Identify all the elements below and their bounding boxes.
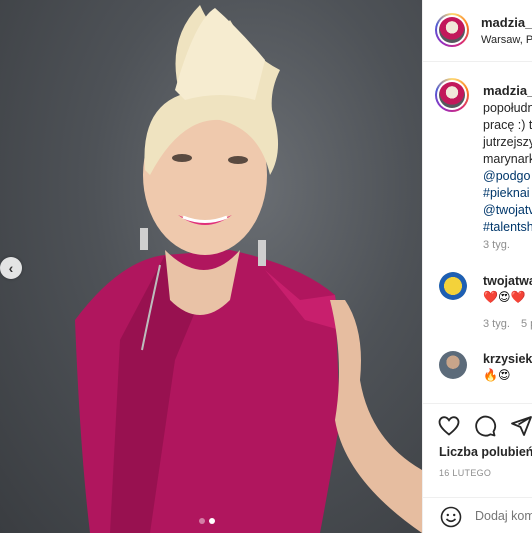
- prev-image-button[interactable]: ‹: [0, 257, 22, 279]
- comment-username[interactable]: twojatwa: [483, 274, 532, 288]
- caption-hashtag-link[interactable]: #pieknai: [483, 185, 532, 202]
- comment-likes[interactable]: 5 p: [521, 318, 532, 330]
- heart-icon[interactable]: [437, 414, 461, 438]
- caption-line: pracę :) t: [483, 118, 532, 132]
- comment-icon[interactable]: [473, 414, 497, 438]
- post-date[interactable]: 16 LUTEGO: [439, 468, 491, 478]
- commenter-avatar[interactable]: [439, 351, 467, 379]
- comment-age: 3 tyg.: [483, 318, 510, 330]
- commenter-avatar[interactable]: [439, 272, 467, 300]
- caption-mention-link[interactable]: @twojatv: [483, 202, 532, 219]
- caption-text: popołudn pracę :) t jutrzejszy marynark …: [483, 100, 532, 236]
- caption-line: jutrzejszy: [483, 135, 532, 149]
- author-username[interactable]: madzia_p: [481, 15, 532, 30]
- share-icon[interactable]: [509, 414, 532, 438]
- caption-age: 3 tyg.: [483, 239, 510, 251]
- likes-count-label[interactable]: Liczba polubień:: [439, 445, 532, 459]
- smiley-icon[interactable]: [439, 505, 463, 529]
- post-photo[interactable]: ‹: [0, 0, 422, 533]
- caption-line: marynark: [483, 152, 532, 166]
- chevron-left-icon: ‹: [8, 260, 14, 276]
- post-side-panel: madzia_p Warsaw, Po madzia_p popołudn pr…: [422, 0, 532, 533]
- post-header: madzia_p Warsaw, Po: [423, 0, 532, 62]
- comment-username[interactable]: krzysiek_: [483, 352, 532, 366]
- add-comment-bar: [423, 497, 532, 533]
- comment-text: ❤️😍❤️: [483, 290, 526, 304]
- portrait-illustration: [75, 5, 422, 533]
- comment-text: 🔥😍: [483, 368, 511, 382]
- carousel-dot: [199, 518, 205, 524]
- carousel-dot-active: [209, 518, 215, 524]
- author-avatar[interactable]: [435, 13, 469, 47]
- caption-line: popołudn: [483, 101, 532, 115]
- comment-input[interactable]: [475, 509, 532, 523]
- caption-author-avatar[interactable]: [435, 78, 469, 112]
- caption-username[interactable]: madzia_p: [483, 83, 532, 98]
- post-location[interactable]: Warsaw, Po: [481, 34, 532, 46]
- instagram-post-view: ‹ madzia_p Warsaw, Po madzia_p popołudn …: [0, 0, 532, 533]
- caption-mention-link[interactable]: @podgo: [483, 168, 532, 185]
- carousel-dots: [199, 518, 215, 524]
- caption-hashtag-link[interactable]: #talentsh: [483, 219, 532, 236]
- post-actions: Liczba polubień: 16 LUTEGO: [423, 403, 532, 533]
